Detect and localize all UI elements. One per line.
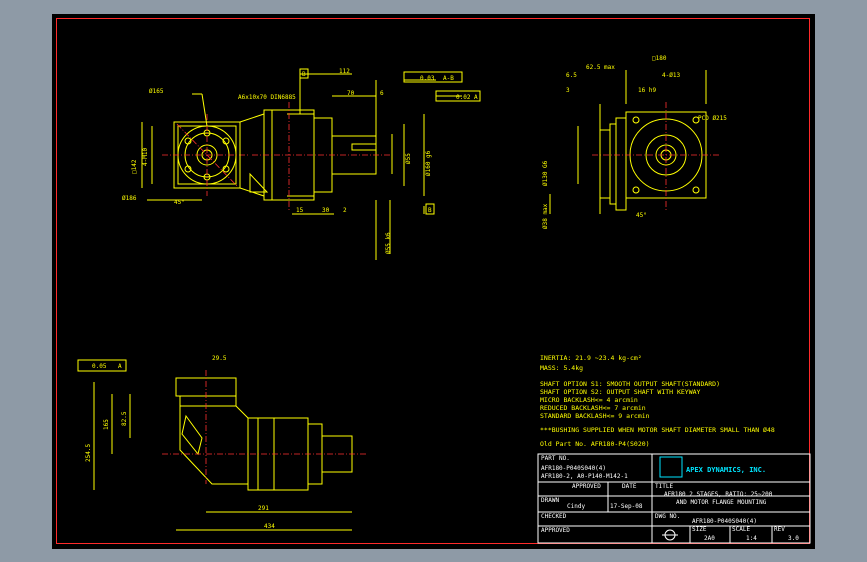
gearbox-side-view (239, 102, 390, 210)
tb-rev-label: REV (774, 526, 785, 533)
title-block: PART NO. AFR180-P040S040(4) AFR180-2, A0… (537, 453, 811, 544)
dim-6: 6 (380, 90, 384, 97)
tb-title-label: TITLE (655, 483, 673, 490)
dim-d38: Ø38 max (542, 203, 549, 229)
dim-165: 165 (103, 419, 110, 430)
tol-005: 0.05 (92, 363, 107, 370)
tb-dwg-label: DWG NO. (655, 513, 680, 520)
dim-434: 434 (264, 523, 275, 530)
flange-front-view (162, 114, 248, 196)
dim-d186: Ø186 (122, 195, 137, 202)
tb-title-1: AFR180 2 STAGES, RATIO: 25~200 (664, 491, 773, 498)
tb-size: 2A0 (704, 535, 715, 542)
dim-15: 15 (296, 207, 304, 214)
dim-d165: Ø165 (149, 88, 164, 95)
dim-d130: Ø130 G6 (542, 160, 549, 186)
tb-part-no-label: PART NO. (541, 455, 570, 462)
dim-30: 30 (322, 207, 330, 214)
dim-3: 3 (566, 87, 570, 94)
dim-ang45: 45° (174, 199, 185, 206)
drawing-viewport[interactable]: Ø165 A6x10x70 DIN6885 B 112 70 6 0.03 A-… (52, 14, 815, 549)
tb-date-label: DATE (622, 483, 637, 490)
dim-labels-left: Ø165 A6x10x70 DIN6885 B 112 70 6 0.03 A-… (122, 68, 481, 254)
dim-82-5: 82.5 (121, 411, 128, 426)
note-reduced: REDUCED BACKLASH<= 7 arcmin (540, 404, 646, 412)
tb-scale: 1:4 (746, 535, 757, 542)
tb-part-no-1: AFR180-P040S040(4) (541, 465, 606, 472)
tb-size-label: SIZE (692, 526, 707, 533)
cad-drawing: Ø165 A6x10x70 DIN6885 B 112 70 6 0.03 A-… (77, 55, 811, 544)
note-inertia: INERTIA: 21.9 ~23.4 kg-cm² (540, 354, 642, 362)
dim-112: 112 (339, 68, 350, 75)
note-micro: MICRO BACKLASH<= 4 arcmin (540, 396, 638, 404)
tb-dwg-no: AFR180-P040S040(4) (692, 518, 757, 525)
tb-title-2: AND MOTOR FLANGE MOUNTING (676, 499, 767, 506)
note-shaft-s1: SHAFT OPTION S1: SMOOTH OUTPUT SHAFT(STA… (540, 380, 720, 388)
dim-4xd13: 4-Ø13 (662, 72, 680, 79)
datum-a-bottom: A (118, 363, 122, 370)
tb-approved2-label: APPROVED (541, 527, 570, 534)
tb-drawn-by: Cindy (567, 503, 585, 510)
dim-62-5: 62.5 max (586, 64, 615, 71)
dim-key: A6x10x70 DIN6885 (238, 94, 296, 101)
tol-03: 0.03 (420, 75, 435, 82)
tb-part-no-2: AFR180-2, A0-P140-M142-1 (541, 473, 628, 480)
tb-drawn-label: DRAWN (541, 497, 559, 504)
tb-approved-label: APPROVED (572, 483, 601, 490)
dim-254-5: 254.5 (85, 444, 92, 462)
tb-company: APEX DYNAMICS, INC. (686, 466, 766, 474)
dim-sq180: □180 (652, 55, 667, 62)
dim-ang45b: 45° (636, 212, 647, 219)
tb-checked-label: CHECKED (541, 513, 567, 520)
note-old-part: Old Part No. AFR180-P4(S020) (540, 440, 650, 448)
dim-pcd: PCD Ø215 (698, 115, 727, 122)
note-shaft-s2: SHAFT OPTION S2: OUTPUT SHAFT WITH KEYWA… (540, 388, 701, 396)
datum-b-label: B (302, 71, 306, 78)
dim-2: 2 (343, 207, 347, 214)
company-logo (659, 456, 683, 478)
dim-70: 70 (347, 90, 355, 97)
tol-02: 0.02 (456, 94, 471, 101)
tb-date: 17-Sep-08 (610, 503, 643, 510)
note-mass: MASS: 5.4kg (540, 364, 583, 372)
datum-a-label: A (474, 94, 478, 101)
notes-block: INERTIA: 21.9 ~23.4 kg-cm² MASS: 5.4kg S… (540, 354, 775, 448)
dim-6-5: 6.5 (566, 72, 577, 79)
note-bushing: ***BUSHING SUPPLIED WHEN MOTOR SHAFT DIA… (540, 426, 775, 434)
dim-29-5: 29.5 (212, 355, 227, 362)
dimensions-left (141, 70, 462, 260)
note-standard: STANDARD BACKLASH<= 9 arcmin (540, 412, 650, 420)
dim-d160: Ø160 g6 (425, 150, 432, 176)
datum-b-box: B (428, 207, 432, 214)
tol-ab: A-B (443, 75, 454, 82)
tb-scale-label: SCALE (732, 526, 750, 533)
tb-rev: 3.0 (788, 535, 799, 542)
dim-h16: 16 h9 (638, 87, 656, 94)
dim-d55: Ø55 (405, 153, 412, 164)
dim-sq142: □142 (131, 159, 138, 174)
dim-m10: 4-M10 (142, 148, 149, 166)
dim-d55k6: Ø55 k6 (385, 232, 392, 254)
output-end-view (549, 70, 720, 214)
bottom-elevation: 0.05 A 29.5 254.5 165 82.5 291 434 (77, 355, 368, 531)
dim-291: 291 (258, 505, 269, 512)
